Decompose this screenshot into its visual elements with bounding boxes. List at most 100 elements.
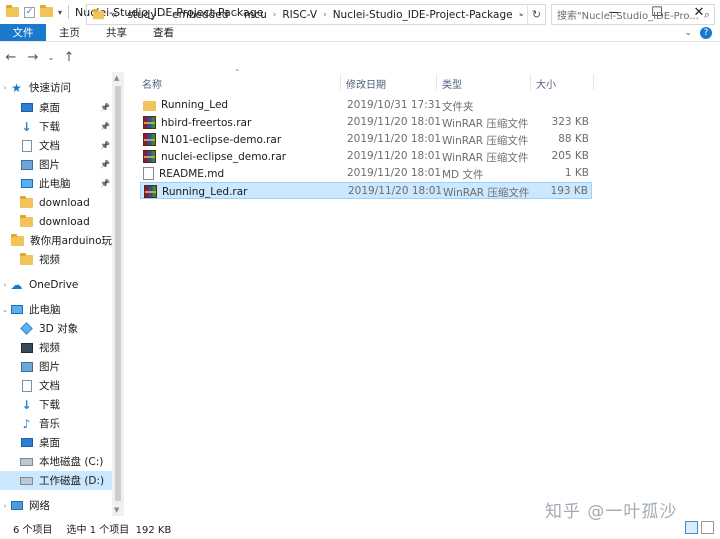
- expand-chevron-icon[interactable]: ›: [0, 502, 10, 510]
- sidebar-item[interactable]: 视频: [0, 250, 112, 269]
- file-row[interactable]: hbird-freertos.rar 2019/11/20 18:01 WinRAR…: [140, 114, 592, 131]
- breadcrumb-separator[interactable]: ›: [234, 10, 238, 20]
- sidebar-item[interactable]: 视频: [0, 338, 112, 357]
- folder-icon-glyph: [20, 214, 33, 227]
- sidebar-item[interactable]: 文档 📌: [0, 136, 112, 155]
- sidebar-item[interactable]: 图片 📌: [0, 155, 112, 174]
- rar-archive-icon: [143, 116, 156, 129]
- folder-icon[interactable]: [6, 5, 19, 17]
- tab-share[interactable]: 共享: [93, 24, 140, 41]
- breadcrumb-study[interactable]: study: [127, 9, 156, 21]
- column-divider[interactable]: [436, 74, 437, 90]
- search-input[interactable]: 搜索"Nuclei-Studio_IDE-Pro... ⌕: [551, 4, 715, 25]
- forward-arrow-icon[interactable]: →: [22, 50, 44, 65]
- sidebar-item-label: 图片: [39, 361, 60, 373]
- file-row[interactable]: Running_Led.rar 2019/11/20 18:01 WinRAR 压缩…: [140, 182, 592, 199]
- sidebar-item[interactable]: 文档: [0, 376, 112, 395]
- sidebar-item[interactable]: 3D 对象: [0, 319, 112, 338]
- sidebar-item-label: 视频: [39, 342, 60, 354]
- breadcrumb-embedded[interactable]: embedded: [172, 9, 228, 21]
- tab-file[interactable]: 文件: [0, 24, 46, 41]
- file-modified: 2019/11/20 18:01: [347, 133, 442, 145]
- sidebar-item[interactable]: 本地磁盘 (C:): [0, 452, 112, 471]
- back-arrow-icon[interactable]: ←: [0, 50, 22, 65]
- refresh-icon[interactable]: ↻: [527, 5, 545, 24]
- details-view-icon[interactable]: [685, 521, 698, 534]
- file-row[interactable]: nuclei-eclipse_demo.rar 2019/11/20 18:01 W…: [140, 148, 592, 165]
- sidebar-item[interactable]: › ☁ OneDrive: [0, 275, 112, 294]
- file-row[interactable]: Running_Led 2019/10/31 17:31 文件夹: [140, 97, 592, 114]
- sidebar-item[interactable]: ↓ 下载 📌: [0, 117, 112, 136]
- column-divider[interactable]: [340, 74, 341, 90]
- address-bar[interactable]: « study › embedded › mcu › RISC-V › Nucl…: [86, 4, 546, 25]
- column-header-size[interactable]: 大小: [536, 76, 556, 91]
- tab-view[interactable]: 查看: [140, 24, 187, 41]
- sidebar-item[interactable]: ⌄ 此电脑: [0, 300, 112, 319]
- breadcrumb-risc-v[interactable]: RISC-V: [282, 9, 317, 21]
- expand-ribbon-chevron-icon[interactable]: ⌄: [684, 28, 692, 38]
- scrollbar-thumb[interactable]: [115, 86, 121, 501]
- expand-chevron-icon[interactable]: ⌄: [0, 306, 10, 314]
- sidebar-item-label: 此电脑: [39, 178, 71, 190]
- sidebar-item[interactable]: 教你用arduino玩: [0, 231, 112, 250]
- pin-icon[interactable]: 📌: [100, 103, 110, 112]
- pin-icon[interactable]: 📌: [100, 160, 110, 169]
- breadcrumb-separator[interactable]: ›: [163, 10, 167, 20]
- pin-icon[interactable]: 📌: [100, 122, 110, 131]
- pin-icon[interactable]: 📌: [100, 179, 110, 188]
- sidebar-item[interactable]: 此电脑 📌: [0, 174, 112, 193]
- network-icon-glyph: [10, 501, 23, 510]
- properties-check-icon[interactable]: ✓: [24, 6, 35, 18]
- file-row[interactable]: N101-eclipse-demo.rar 2019/11/20 18:01 Win…: [140, 131, 592, 148]
- sidebar-item[interactable]: 桌面: [0, 433, 112, 452]
- document-icon: [20, 139, 33, 152]
- pc-icon-glyph: [20, 179, 33, 188]
- search-icon[interactable]: ⌕: [704, 8, 710, 22]
- breadcrumb-current-folder[interactable]: Nuclei-Studio_IDE-Project-Package: [333, 9, 513, 21]
- help-icon[interactable]: ?: [700, 26, 712, 39]
- watermark: 知乎 @一叶孤沙: [545, 502, 678, 522]
- sidebar-item[interactable]: ♪ 音乐: [0, 414, 112, 433]
- customize-toolbar-dropdown-icon[interactable]: ▾: [58, 8, 62, 17]
- scroll-up-arrow-icon[interactable]: ▲: [114, 74, 119, 82]
- tab-home[interactable]: 主页: [46, 24, 93, 41]
- pin-icon[interactable]: 📌: [100, 141, 110, 150]
- sidebar-item-label: 图片: [39, 159, 60, 171]
- column-header-name[interactable]: 名称: [142, 76, 162, 91]
- address-history-dropdown-icon[interactable]: ⌄: [518, 9, 525, 18]
- item-count: 6 个项目: [13, 524, 53, 536]
- new-folder-icon[interactable]: [40, 5, 53, 17]
- sidebar-item-label: 音乐: [39, 418, 60, 430]
- desktop-icon: [20, 437, 33, 449]
- sidebar-item[interactable]: ↓ 下载: [0, 395, 112, 414]
- sidebar-item[interactable]: › ★ 快速访问: [0, 78, 112, 97]
- sidebar-item[interactable]: 图片: [0, 357, 112, 376]
- navigation-pane-scrollbar[interactable]: ▲ ▼: [112, 72, 124, 516]
- sidebar-item[interactable]: download: [0, 212, 112, 231]
- sidebar-item[interactable]: 桌面 📌: [0, 98, 112, 117]
- breadcrumb-mcu[interactable]: mcu: [244, 9, 267, 21]
- file-modified: 2019/11/20 18:01: [347, 167, 442, 179]
- file-row[interactable]: README.md 2019/11/20 18:01 MD 文件 1 KB: [140, 165, 592, 182]
- pc-icon: [10, 304, 23, 316]
- expand-chevron-icon[interactable]: ›: [0, 84, 10, 92]
- column-header-modified[interactable]: 修改日期: [346, 76, 386, 91]
- sidebar-item[interactable]: 工作磁盘 (D:): [0, 471, 112, 490]
- desktop-icon-glyph: [20, 438, 33, 447]
- sidebar-item[interactable]: › 网络: [0, 496, 112, 515]
- column-divider[interactable]: [593, 74, 594, 90]
- breadcrumb-overflow[interactable]: «: [111, 9, 117, 21]
- expand-chevron-icon[interactable]: ›: [0, 281, 10, 289]
- column-header-type[interactable]: 类型: [442, 76, 462, 91]
- recent-locations-dropdown-icon[interactable]: ⌄: [44, 53, 58, 62]
- breadcrumb-separator[interactable]: ›: [273, 10, 277, 20]
- column-divider[interactable]: [530, 74, 531, 90]
- sidebar-item-label: 此电脑: [29, 304, 61, 316]
- up-arrow-icon[interactable]: ↑: [58, 50, 80, 65]
- sidebar-item[interactable]: download: [0, 193, 112, 212]
- large-icons-view-icon[interactable]: [701, 521, 714, 534]
- scroll-down-arrow-icon[interactable]: ▼: [114, 506, 119, 514]
- folder-icon-glyph: [11, 233, 25, 246]
- quick-access-toolbar: ✓ ▾: [0, 5, 62, 18]
- breadcrumb-separator[interactable]: ›: [323, 10, 327, 20]
